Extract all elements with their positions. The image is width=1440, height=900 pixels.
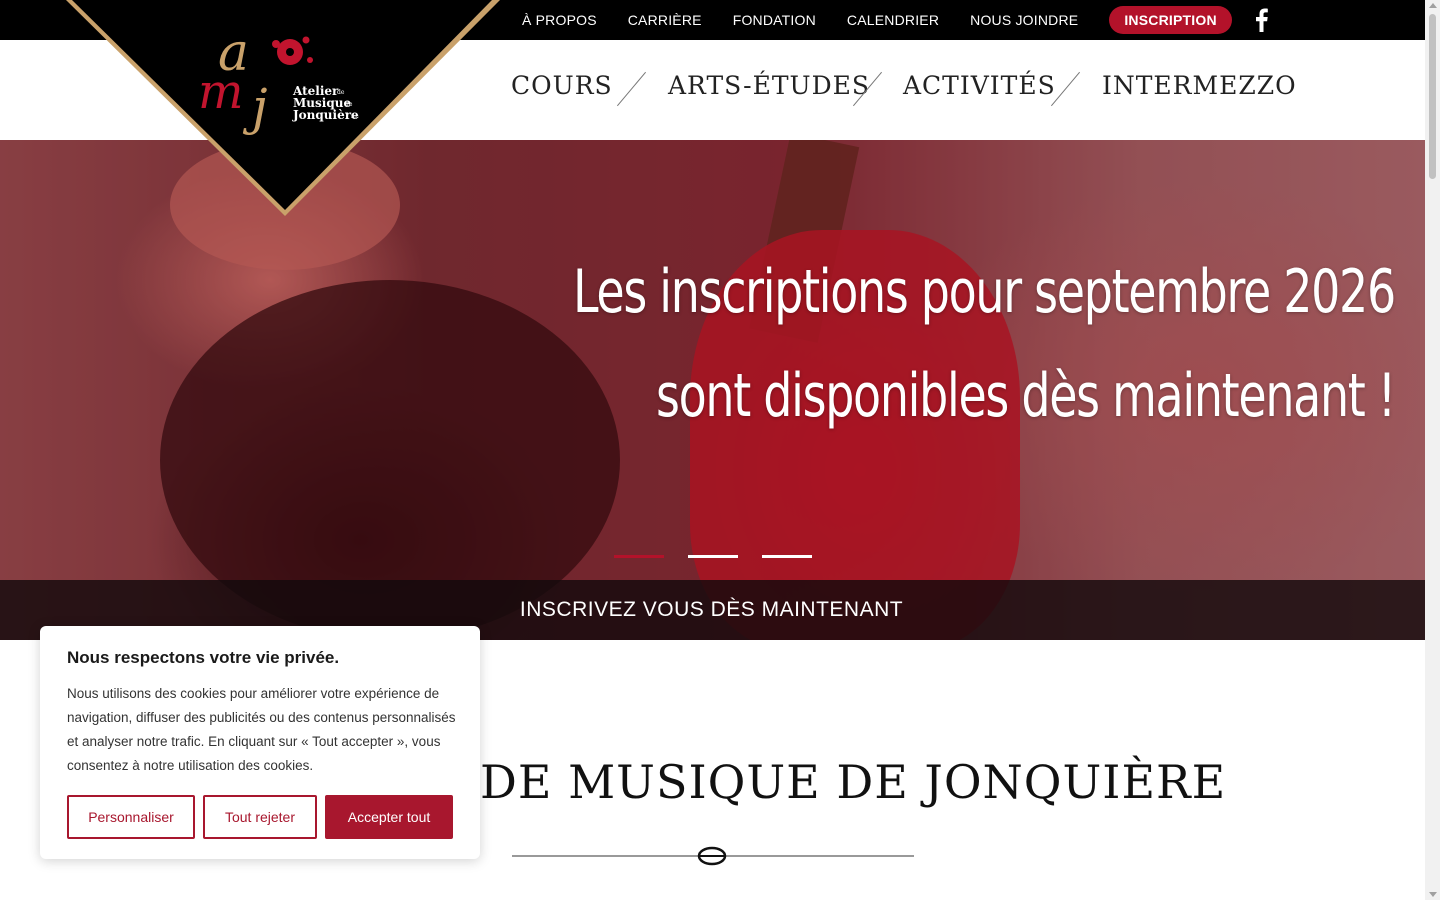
logo-letter-m: m (198, 64, 244, 120)
site-logo[interactable]: a m j Atelier de Musique de Jonquière in… (0, 0, 520, 220)
slider-dot[interactable] (688, 555, 738, 558)
topnav-link-fondation[interactable]: FONDATION (733, 12, 816, 28)
section-divider (512, 846, 914, 866)
cookie-accept-button[interactable]: Accepter tout (325, 795, 453, 839)
hero-headline: Les inscriptions pour septembre 2026 son… (573, 240, 1396, 448)
slider-dot[interactable] (762, 555, 812, 558)
svg-text:de: de (345, 101, 353, 108)
svg-text:inc: inc (351, 114, 359, 120)
scroll-down-icon[interactable] (1429, 892, 1437, 897)
cookie-customize-button[interactable]: Personnaliser (67, 795, 195, 839)
cookie-reject-button[interactable]: Tout rejeter (203, 795, 317, 839)
hero-headline-line2: sont disponibles dès maintenant ! (656, 361, 1396, 431)
section-title: DE MUSIQUE DE JONQUIÈRE (480, 755, 1227, 809)
slider-dot[interactable] (614, 555, 664, 558)
scrollbar-thumb[interactable] (1429, 14, 1436, 179)
inscription-button[interactable]: INSCRIPTION (1109, 6, 1232, 34)
hero-headline-line1: Les inscriptions pour septembre 2026 (573, 257, 1396, 327)
topnav-link-nous-joindre[interactable]: NOUS JOINDRE (970, 12, 1078, 28)
cookie-buttons: Personnaliser Tout rejeter Accepter tout (67, 795, 453, 839)
logo-text-line3: Jonquière (292, 108, 359, 122)
facebook-icon[interactable] (1252, 8, 1272, 32)
topnav-link-carriere[interactable]: CARRIÈRE (628, 12, 702, 28)
hero-cta-text[interactable]: INSCRIVEZ VOUS DÈS MAINTENANT (520, 598, 903, 622)
slider-pagination (614, 555, 812, 558)
svg-text:de: de (337, 89, 345, 96)
scroll-up-icon[interactable] (1429, 3, 1437, 8)
mainnav-item-arts-etudes[interactable]: ARTS-ÉTUDES (668, 71, 870, 100)
cookie-title: Nous respectons votre vie privée. (67, 648, 340, 667)
topnav-link-a-propos[interactable]: À PROPOS (522, 12, 597, 28)
top-nav: À PROPOS CARRIÈRE FONDATION CALENDRIER N… (522, 0, 1232, 40)
cookie-body: Nous utilisons des cookies pour améliore… (67, 686, 456, 773)
mainnav-item-activites[interactable]: ACTIVITÉS (903, 71, 1056, 100)
mainnav-item-intermezzo[interactable]: INTERMEZZO (1102, 71, 1297, 100)
nav-divider (616, 71, 647, 107)
topnav-link-calendrier[interactable]: CALENDRIER (847, 12, 939, 28)
mainnav-item-cours[interactable]: COURS (511, 71, 613, 100)
cookie-consent-banner: Nous respectons votre vie privée. Nous u… (40, 626, 480, 859)
page-scrollbar[interactable] (1425, 0, 1440, 900)
